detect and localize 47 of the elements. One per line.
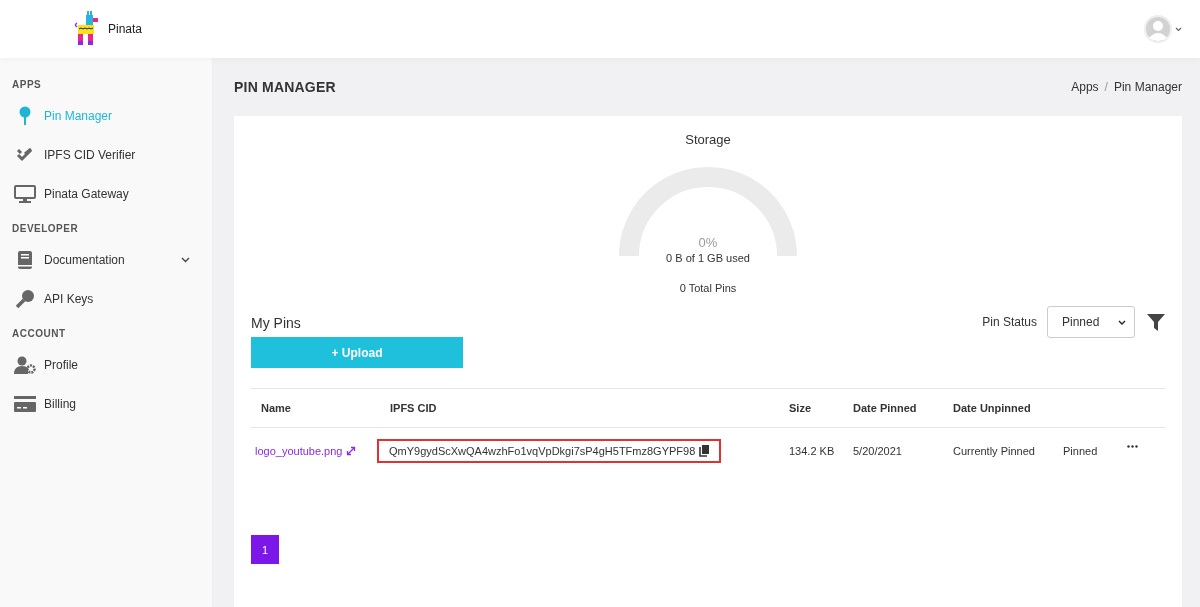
section-heading: APPS <box>11 79 43 89</box>
page-title: PIN MANAGER <box>234 79 336 95</box>
page-button[interactable]: 1 <box>251 535 279 564</box>
brand-name: Pinata <box>108 22 143 36</box>
filter-label: Pin Status <box>982 315 1037 329</box>
pin-icon <box>19 105 31 126</box>
monitor-icon <box>14 184 36 203</box>
section-title: My Pins <box>251 315 302 331</box>
chevron-down-icon <box>1118 319 1126 325</box>
table-cell-text: Pinned <box>1063 444 1099 457</box>
section-heading: DEVELOPER <box>11 223 80 233</box>
table-cell-text: 134.2 KB <box>789 444 836 457</box>
filter-icon[interactable] <box>1147 313 1165 331</box>
column-header: Size <box>789 402 812 414</box>
section-heading: ACCOUNT <box>11 328 67 338</box>
sidebar-item[interactable]: API Keys <box>0 279 212 318</box>
sidebar-item[interactable]: Billing <box>0 384 212 423</box>
chevron-down-icon[interactable] <box>1175 26 1182 32</box>
expand-arrow-icon <box>346 445 357 456</box>
sidebar-item[interactable]: Profile <box>0 345 212 384</box>
storage-title: Storage <box>684 132 732 147</box>
usage-percent: 0% <box>698 235 718 250</box>
pinata-logo-icon <box>74 11 100 47</box>
column-header: IPFS CID <box>390 402 438 414</box>
sidebar-item[interactable]: Documentation <box>0 240 212 279</box>
column-header: Date Pinned <box>853 402 918 414</box>
chevron-down-icon[interactable] <box>181 256 190 263</box>
double-check-icon <box>16 146 34 163</box>
table-cell-text: Currently Pinned <box>953 444 1036 457</box>
column-header: Name <box>261 402 292 414</box>
copy-icon[interactable] <box>699 444 710 457</box>
file-name-link[interactable]: logo_youtube.png <box>255 444 390 457</box>
table-cell-text: 5/20/2021 <box>853 444 903 457</box>
user-gear-icon <box>14 355 36 374</box>
key-icon <box>15 288 35 309</box>
column-header: Date Unpinned <box>953 402 1032 414</box>
sidebar-item[interactable]: Pinata Gateway <box>0 174 212 213</box>
book-icon <box>17 249 33 270</box>
credit-card-icon <box>14 395 36 412</box>
total-pins-text: 0 Total Pins <box>679 282 737 294</box>
cid-text: QmY9gydScXwQA4wzhFo1vqVpDkgi7sP4gH5TFmz8GYPF98 <box>389 444 696 457</box>
usage-text: 0 B of 1 GB used <box>666 252 750 264</box>
more-options-icon[interactable] <box>1127 444 1138 448</box>
breadcrumb-link[interactable]: Apps <box>1071 80 1099 94</box>
breadcrumb-separator: / <box>1104 80 1108 94</box>
status-dropdown[interactable]: Pinned <box>1047 306 1135 338</box>
sidebar-item[interactable]: IPFS CID Verifier <box>0 135 212 174</box>
